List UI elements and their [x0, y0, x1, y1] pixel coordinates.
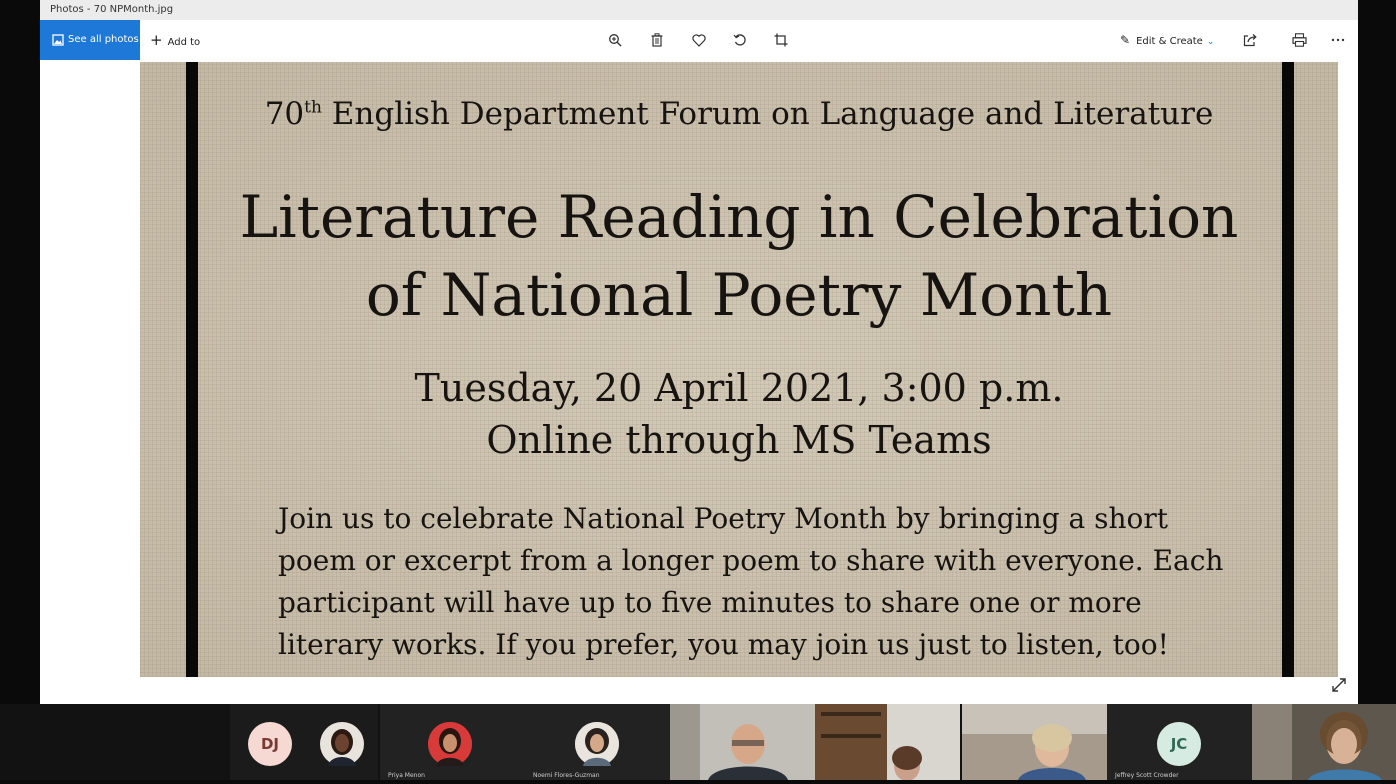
zoom-in-icon[interactable] — [606, 31, 624, 49]
headline-line-1: Literature Reading in Celebration — [239, 183, 1239, 251]
event-venue: Online through MS Teams — [486, 418, 992, 462]
participant-video-3[interactable] — [962, 704, 1107, 780]
trash-icon[interactable] — [648, 31, 666, 49]
heart-icon[interactable] — [690, 31, 708, 49]
window-title: Photos - 70 NPMonth.jpg — [50, 4, 174, 15]
participant-name: Priya Menon — [388, 772, 425, 779]
rotate-icon[interactable] — [731, 31, 749, 49]
participant-video-frame — [815, 704, 960, 781]
edit-create-label: Edit & Create — [1136, 36, 1203, 47]
participant-tile-noemi[interactable]: Noemi Flores-Guzman — [525, 704, 670, 780]
image-icon — [52, 20, 64, 62]
event-description: Join us to celebrate National Poetry Mon… — [278, 498, 1238, 666]
participant-tile-dj[interactable]: DJ — [230, 704, 308, 780]
participant-name: Jeffrey Scott Crowder — [1115, 772, 1179, 779]
add-to-label: Add to — [167, 37, 201, 48]
photos-app-window: Photos - 70 NPMonth.jpg See all photos +… — [40, 0, 1358, 704]
edit-create-button[interactable]: ✎ Edit & Create ⌄ — [1120, 20, 1214, 60]
participant-video-2[interactable] — [815, 704, 960, 781]
participant-video-frame — [1252, 704, 1396, 780]
description-line: poem or excerpt from a longer poem to sh… — [278, 544, 1224, 577]
avatar: DJ — [248, 722, 292, 766]
plus-icon: + — [150, 31, 163, 49]
participant-video-1[interactable] — [670, 704, 815, 780]
share-icon[interactable] — [1241, 31, 1259, 49]
headline-line-2: of National Poetry Month — [365, 261, 1113, 329]
add-to-button[interactable]: + Add to — [150, 20, 200, 60]
participants-strip: DJ Priya Menon Noemi Flores-Guzman JC Je… — [0, 704, 1396, 781]
avatar — [575, 722, 619, 766]
edit-create-icon: ✎ — [1120, 33, 1131, 47]
title-bar: Photos - 70 NPMonth.jpg — [40, 0, 1358, 20]
see-all-photos-button[interactable]: See all photos — [40, 20, 140, 60]
avatar — [428, 722, 472, 766]
forum-ordinal: th — [304, 97, 322, 118]
more-icon[interactable] — [1329, 31, 1347, 49]
description-line: participant will have up to five minutes… — [278, 586, 1142, 619]
forum-number: 70 — [264, 96, 305, 132]
participant-tile-priya[interactable]: Priya Menon — [380, 704, 525, 780]
avatar — [320, 722, 364, 766]
participant-video-frame — [670, 704, 815, 780]
see-all-photos-label: See all photos — [68, 34, 139, 45]
photos-toolbar: See all photos + Add to ✎ Edit & Create ⌄ — [40, 20, 1358, 60]
event-date: Tuesday, 20 April 2021, 3:00 p.m. — [414, 366, 1064, 410]
description-line: Join us to celebrate National Poetry Mon… — [278, 502, 1169, 535]
crop-icon[interactable] — [772, 31, 790, 49]
forum-name: English Department Forum on Language and… — [321, 96, 1214, 132]
avatar: JC — [1157, 722, 1201, 766]
expand-icon[interactable] — [1330, 676, 1348, 694]
participant-name: Noemi Flores-Guzman — [533, 772, 600, 779]
event-headline: Literature Reading in Celebration of Nat… — [140, 178, 1338, 334]
forum-title: 70th English Department Forum on Languag… — [140, 96, 1338, 132]
description-line: literary works. If you prefer, you may j… — [278, 628, 1169, 661]
participant-video-4[interactable] — [1252, 704, 1396, 780]
event-details: Tuesday, 20 April 2021, 3:00 p.m. Online… — [140, 362, 1338, 466]
participant-video-frame — [962, 704, 1107, 780]
participant-tile-jc[interactable]: JC Jeffrey Scott Crowder — [1107, 704, 1252, 780]
displayed-photo: 70th English Department Forum on Languag… — [140, 62, 1338, 677]
print-icon[interactable] — [1290, 31, 1308, 49]
participant-tile-2[interactable] — [308, 704, 378, 780]
chevron-down-icon: ⌄ — [1206, 37, 1215, 47]
